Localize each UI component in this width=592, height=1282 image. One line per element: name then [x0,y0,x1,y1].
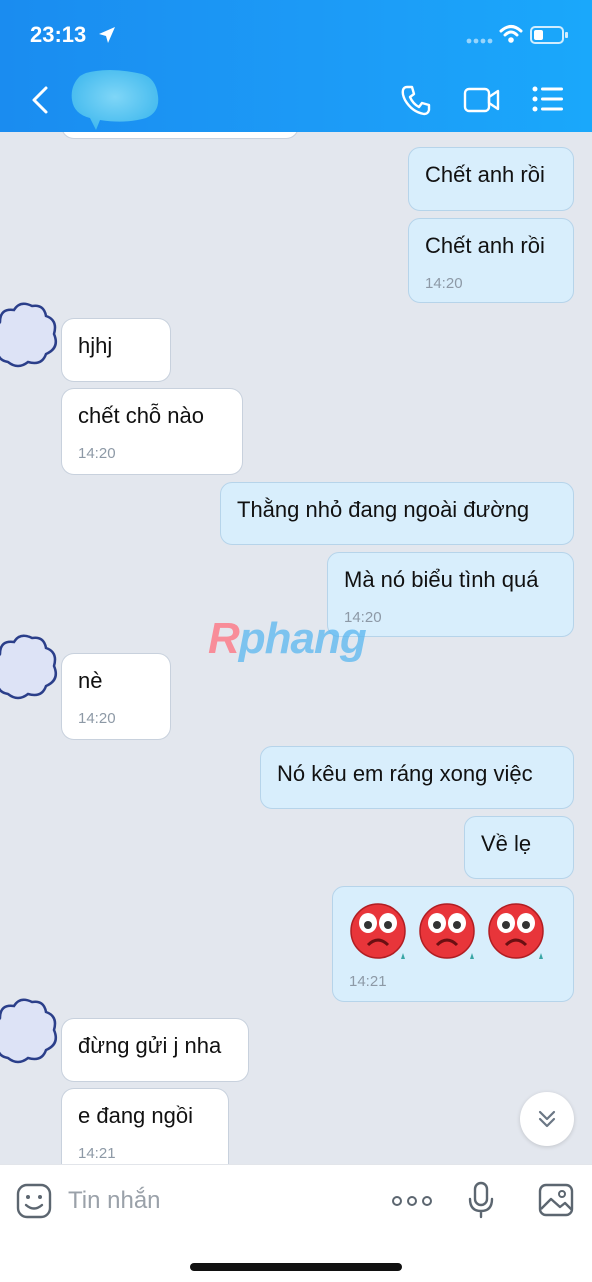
battery-icon [530,26,568,44]
message-bubble-outgoing[interactable]: Về lẹ [464,816,574,879]
message-text: đừng gửi j nha [78,1033,222,1058]
video-call-icon[interactable] [463,86,501,114]
message-text: Thằng nhỏ đang ngoài đường [237,497,530,522]
message-bubble-incoming[interactable]: hjhj [62,319,170,381]
emoji-row [349,902,559,969]
message-bubble-incoming[interactable]: chết chỗ nào 14:20 [62,389,242,474]
scroll-to-bottom-button[interactable] [520,1092,574,1146]
sender-avatar-cloud[interactable] [0,632,60,704]
double-chevron-down-icon [538,1110,556,1128]
crying-face-emoji [350,902,545,961]
message-time: 14:20 [78,710,116,727]
message-text: Nó kêu em ráng xong việc [277,761,533,786]
contact-name-redaction[interactable] [66,68,162,134]
location-arrow-icon [99,27,115,43]
message-bubble-emoji[interactable]: 14:21 [332,886,574,1002]
message-bubble-incoming[interactable]: e đang ngồi 14:21 [62,1089,228,1164]
message-input[interactable]: Tin nhắn [68,1183,368,1219]
message-text: nè [78,668,103,693]
sticker-icon[interactable] [16,1183,52,1219]
message-bubble-outgoing[interactable]: Chết anh rồi [408,147,574,211]
message-time: 14:21 [78,1145,116,1162]
message-bubble-incoming[interactable]: đừng gửi j nha [62,1019,248,1081]
message-time: 14:20 [425,275,463,292]
home-indicator [190,1263,402,1271]
microphone-icon[interactable] [468,1181,494,1219]
composer-bar: Tin nhắn [0,1164,592,1282]
message-bubble-partial[interactable] [62,132,298,138]
more-options-icon[interactable] [392,1195,432,1207]
message-bubble-outgoing[interactable]: Chết anh rồi 14:20 [408,218,574,303]
message-text: chết chỗ nào [78,403,204,428]
cellular-signal-icon [466,38,493,44]
watermark-logo: Rphang [208,614,367,663]
message-bubble-incoming[interactable]: nè 14:20 [62,654,170,739]
wifi-icon [499,25,523,43]
message-list[interactable]: Chết anh rồi Chết anh rồi 14:20 hjhj chế… [0,132,592,1164]
message-time: 14:20 [78,445,116,462]
message-text: hjhj [78,333,113,358]
message-time: 14:21 [349,973,387,990]
back-button[interactable] [28,84,56,116]
message-bubble-outgoing[interactable]: Thằng nhỏ đang ngoài đường [220,482,574,545]
sender-avatar-cloud[interactable] [0,996,60,1068]
message-text: Về lẹ [481,831,532,856]
message-text: Chết anh rồi [425,162,545,187]
chat-header: 23:13 [0,0,592,132]
menu-list-icon[interactable] [532,86,564,112]
message-text: e đang ngồi [78,1103,193,1128]
image-gallery-icon[interactable] [538,1183,574,1217]
status-time: 23:13 [30,22,87,47]
sender-avatar-cloud[interactable] [0,300,60,372]
message-text: Chết anh rồi [425,233,545,258]
message-bubble-outgoing[interactable]: Nó kêu em ráng xong việc [260,746,574,809]
message-text: Mà nó biểu tình quá [344,567,539,592]
phone-call-icon[interactable] [400,84,432,116]
